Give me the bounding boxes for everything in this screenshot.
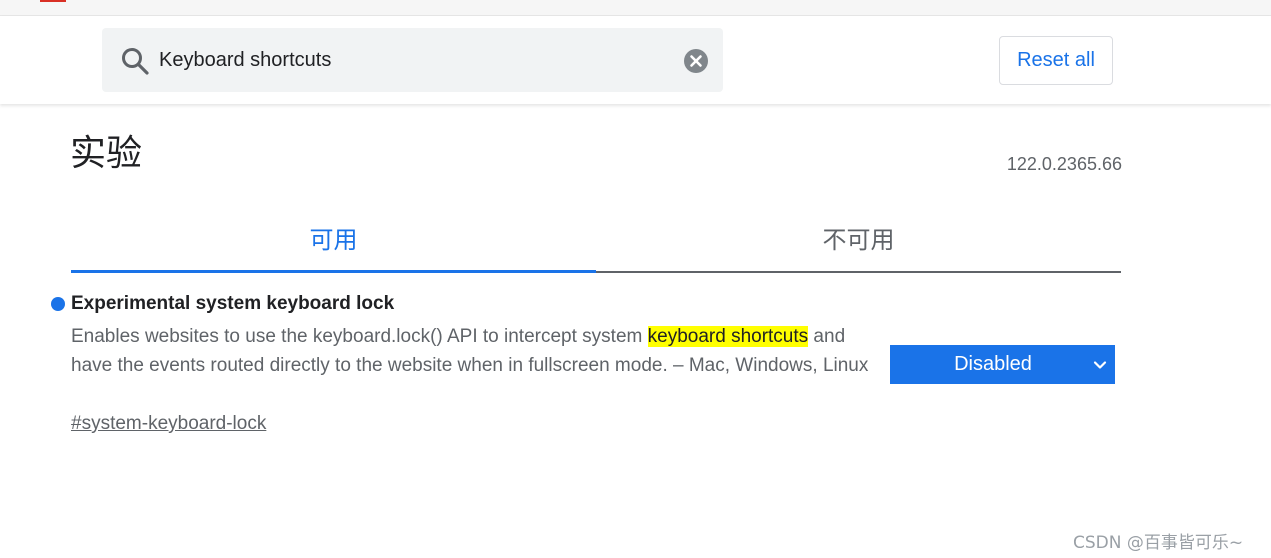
modified-indicator-dot [51,297,65,311]
header-bar: Reset all [0,16,1271,104]
experiment-item: Experimental system keyboard lock Enable… [50,292,1130,452]
top-strip [0,0,1271,16]
experiment-description: Enables websites to use the keyboard.loc… [71,322,871,380]
search-box[interactable] [102,28,723,92]
top-strip-accent [40,0,66,2]
tab-bar: 可用 不可用 [71,212,1121,273]
experiment-title: Experimental system keyboard lock [71,293,395,314]
page-title: 实验 [70,133,143,174]
experiment-anchor-link[interactable]: #system-keyboard-lock [71,413,266,435]
search-input[interactable] [159,42,659,78]
experiment-state-select[interactable]: Disabled [890,345,1115,384]
chevron-down-icon [1093,361,1107,369]
search-icon [122,48,149,75]
clear-icon[interactable] [683,48,709,74]
tab-available[interactable]: 可用 [71,212,596,273]
state-select-value: Disabled [954,353,1032,375]
version-label: 122.0.2365.66 [1006,154,1122,174]
tab-unavailable[interactable]: 不可用 [596,212,1121,273]
search-match-highlight: keyboard shortcuts [647,326,809,347]
reset-all-button[interactable]: Reset all [999,36,1113,85]
watermark: CSDN @百事皆可乐~ [1073,533,1244,553]
description-text: Enables websites to use the keyboard.loc… [71,326,648,347]
